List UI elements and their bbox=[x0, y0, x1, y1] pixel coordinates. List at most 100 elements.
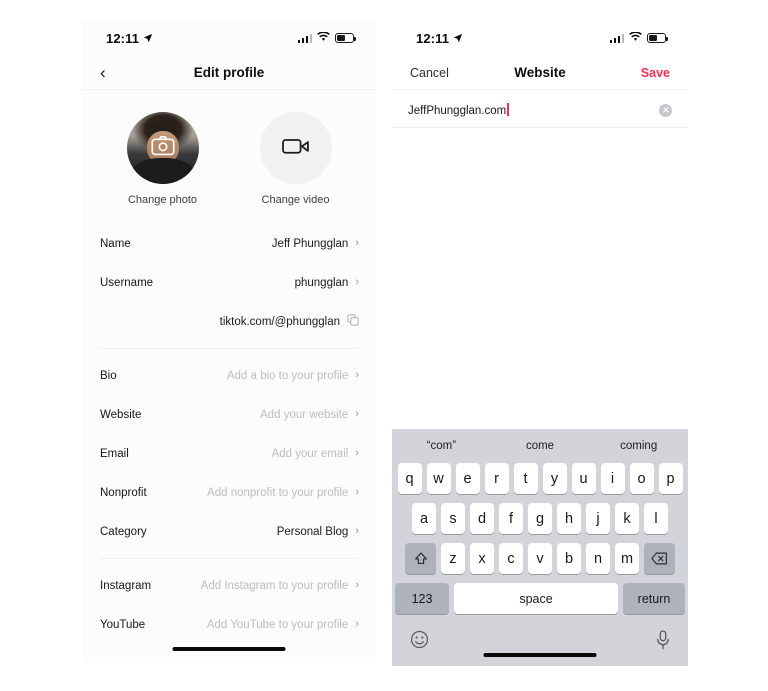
field-value-group: phungglan › bbox=[295, 277, 359, 289]
key-v[interactable]: v bbox=[528, 543, 552, 574]
field-label: Bio bbox=[100, 369, 117, 382]
key-e[interactable]: e bbox=[455, 463, 480, 494]
key-m[interactable]: m bbox=[615, 543, 639, 574]
return-key[interactable]: return bbox=[623, 583, 685, 614]
edit-profile-screen: 12:11 ‹ Edit profile Change photo Change… bbox=[82, 20, 376, 663]
back-chevron-icon[interactable]: ‹ bbox=[100, 64, 106, 81]
field-value: Add nonprofit to your profile bbox=[207, 486, 349, 499]
key-i[interactable]: i bbox=[600, 463, 625, 494]
cellular-signal-icon bbox=[609, 33, 624, 43]
video-placeholder[interactable] bbox=[259, 112, 332, 184]
keyboard-row-2: asdfghjkl bbox=[392, 503, 688, 534]
location-arrow-icon bbox=[453, 31, 463, 46]
microphone-icon[interactable] bbox=[656, 629, 670, 655]
space-key[interactable]: space bbox=[454, 583, 618, 614]
profile-media-row: Change photo Change video bbox=[82, 90, 376, 214]
field-row-category[interactable]: Category Personal Blog › bbox=[82, 512, 376, 551]
field-row-username[interactable]: Username phungglan › bbox=[82, 263, 376, 302]
field-value-group: tiktok.com/@phungglan bbox=[220, 313, 359, 331]
screenshot-stage: 12:11 ‹ Edit profile Change photo Change… bbox=[0, 0, 768, 691]
key-b[interactable]: b bbox=[557, 543, 581, 574]
field-value: Add YouTube to your profile bbox=[206, 618, 349, 631]
field-row-instagram[interactable]: Instagram Add Instagram to your profile › bbox=[82, 566, 376, 605]
change-video-button[interactable]: Change video bbox=[257, 112, 335, 206]
field-row-youtube[interactable]: YouTube Add YouTube to your profile › bbox=[82, 605, 376, 644]
field-value: Add your website bbox=[260, 408, 349, 421]
suggestion-2[interactable]: come bbox=[491, 440, 590, 452]
field-label: Name bbox=[100, 237, 131, 250]
key-o[interactable]: o bbox=[629, 463, 654, 494]
backspace-icon[interactable] bbox=[644, 543, 675, 574]
key-n[interactable]: n bbox=[586, 543, 610, 574]
field-value: Personal Blog bbox=[276, 525, 349, 538]
profile-fields-list: Name Jeff Phungglan › Username phungglan › tik… bbox=[82, 214, 376, 644]
cancel-button[interactable]: Cancel bbox=[410, 66, 449, 80]
copy-icon[interactable] bbox=[347, 313, 359, 331]
key-x[interactable]: x bbox=[470, 543, 494, 574]
status-bar-left: 12:11 bbox=[82, 20, 376, 56]
save-button[interactable]: Save bbox=[641, 66, 670, 80]
field-label: Website bbox=[100, 408, 142, 421]
status-time: 12:11 bbox=[106, 31, 153, 46]
field-row-nonprofit[interactable]: Nonprofit Add nonprofit to your profile › bbox=[82, 473, 376, 512]
battery-icon bbox=[647, 33, 669, 43]
key-a[interactable]: a bbox=[412, 503, 436, 534]
on-screen-keyboard: “com” come coming qwertyuiop asdfghjkl zxc… bbox=[392, 429, 688, 666]
key-h[interactable]: h bbox=[557, 503, 581, 534]
suggestion-3[interactable]: coming bbox=[589, 440, 688, 452]
status-time-label: 12:11 bbox=[416, 30, 450, 46]
status-time: 12:11 bbox=[416, 31, 463, 46]
key-y[interactable]: y bbox=[542, 463, 567, 494]
clear-circle-icon[interactable] bbox=[659, 103, 672, 117]
video-camera-icon bbox=[281, 136, 310, 161]
field-label: Instagram bbox=[100, 579, 152, 592]
key-t[interactable]: t bbox=[513, 463, 538, 494]
field-row-website[interactable]: Website Add your website › bbox=[82, 395, 376, 434]
key-r[interactable]: r bbox=[484, 463, 509, 494]
field-row-name[interactable]: Name Jeff Phungglan › bbox=[82, 224, 376, 263]
key-f[interactable]: f bbox=[499, 503, 523, 534]
key-d[interactable]: d bbox=[470, 503, 494, 534]
key-l[interactable]: l bbox=[644, 503, 668, 534]
camera-icon bbox=[150, 136, 175, 161]
key-z[interactable]: z bbox=[441, 543, 465, 574]
predictive-suggestions-bar: “com” come coming bbox=[392, 429, 688, 463]
website-input-value: JeffPhungglan.com bbox=[408, 105, 507, 117]
field-label: YouTube bbox=[100, 618, 146, 631]
key-c[interactable]: c bbox=[499, 543, 523, 574]
keyboard-row-4: 123 space return bbox=[392, 583, 688, 614]
field-row-profile-link[interactable]: tiktok.com/@phungglan bbox=[82, 302, 376, 341]
chevron-right-icon: › bbox=[355, 579, 359, 591]
shift-arrow-icon[interactable] bbox=[405, 543, 436, 574]
chevron-right-icon: › bbox=[355, 408, 359, 420]
key-u[interactable]: u bbox=[571, 463, 596, 494]
field-row-email[interactable]: Email Add your email › bbox=[82, 434, 376, 473]
chevron-right-icon: › bbox=[355, 618, 359, 630]
numbers-key[interactable]: 123 bbox=[395, 583, 449, 614]
field-value: phungglan bbox=[294, 276, 349, 289]
change-photo-button[interactable]: Change photo bbox=[124, 112, 202, 206]
field-row-bio[interactable]: Bio Add a bio to your profile › bbox=[82, 356, 376, 395]
emoji-smiley-icon[interactable] bbox=[410, 630, 429, 654]
text-caret bbox=[507, 103, 509, 116]
cellular-signal-icon bbox=[297, 33, 312, 43]
key-s[interactable]: s bbox=[441, 503, 465, 534]
website-input[interactable]: JeffPhungglan.com bbox=[408, 103, 509, 117]
key-q[interactable]: q bbox=[397, 463, 422, 494]
key-g[interactable]: g bbox=[528, 503, 552, 534]
suggestion-1[interactable]: “com” bbox=[392, 440, 491, 452]
nav-bar-left: ‹ Edit profile bbox=[82, 56, 376, 90]
key-k[interactable]: k bbox=[615, 503, 639, 534]
field-value-group: Add your website › bbox=[260, 409, 359, 421]
keyboard-row-3: zxcvbnm bbox=[392, 543, 688, 574]
field-value-group: Add YouTube to your profile › bbox=[207, 619, 359, 631]
key-w[interactable]: w bbox=[426, 463, 451, 494]
avatar[interactable] bbox=[126, 112, 199, 184]
keyboard-row-1: qwertyuiop bbox=[392, 463, 688, 494]
chevron-right-icon: › bbox=[355, 447, 359, 459]
change-photo-label: Change photo bbox=[127, 194, 198, 206]
website-input-row[interactable]: JeffPhungglan.com bbox=[392, 93, 688, 128]
section-divider bbox=[100, 348, 358, 349]
key-j[interactable]: j bbox=[586, 503, 610, 534]
key-p[interactable]: p bbox=[658, 463, 683, 494]
